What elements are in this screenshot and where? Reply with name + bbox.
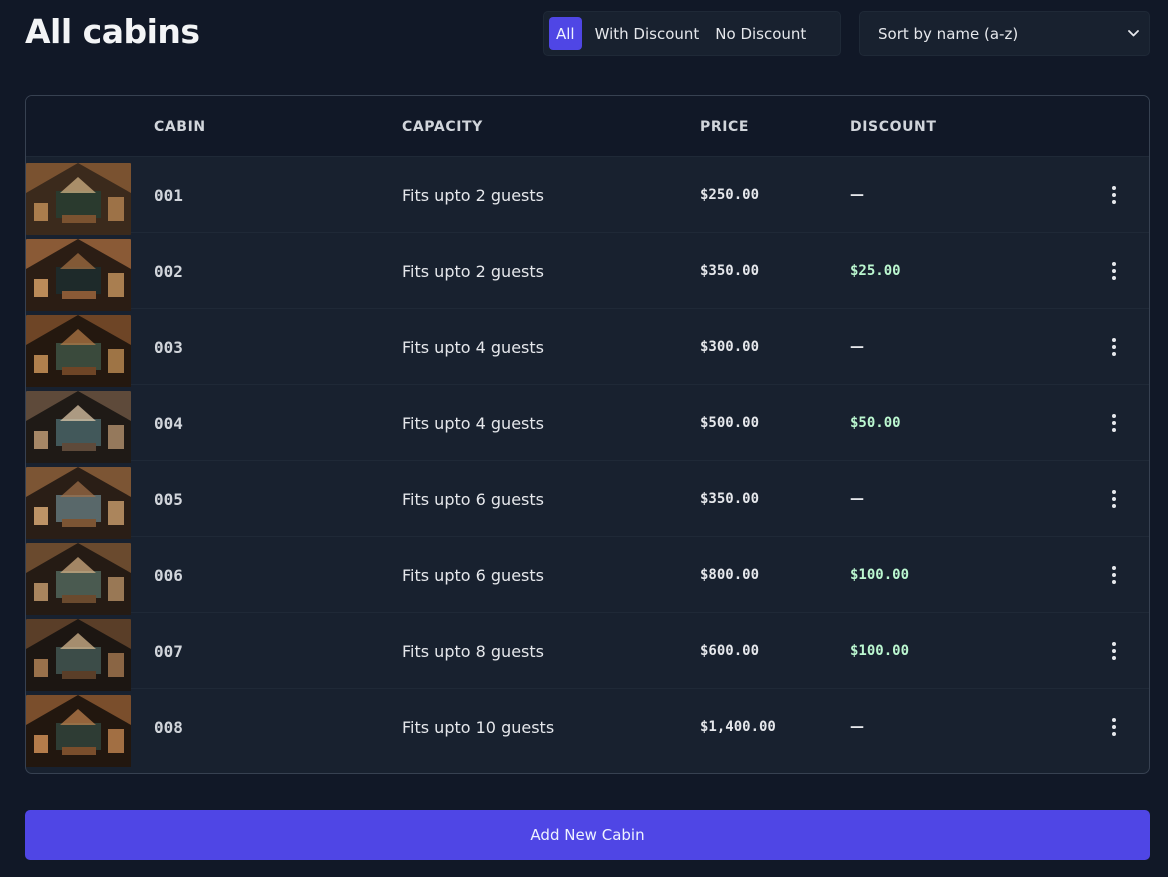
table-row: 002 Fits upto 2 guests $350.00 $25.00 [26, 233, 1149, 311]
cabin-discount: $50.00 [850, 415, 901, 431]
sort-select[interactable]: Sort by name (a-z) [859, 11, 1150, 56]
cabin-price: $500.00 [700, 415, 760, 431]
cabin-discount: — [850, 491, 864, 507]
more-vertical-icon [1112, 262, 1116, 280]
cabin-discount: — [850, 187, 864, 203]
add-new-cabin-button[interactable]: Add New Cabin [25, 810, 1150, 860]
cabin-thumbnail [26, 543, 131, 615]
cabin-capacity: Fits upto 4 guests [402, 337, 544, 357]
cabin-price: $350.00 [700, 491, 760, 507]
more-vertical-icon [1112, 186, 1116, 204]
cabin-thumbnail [26, 619, 131, 691]
cabin-name: 004 [154, 413, 183, 433]
table-row: 004 Fits upto 4 guests $500.00 $50.00 [26, 385, 1149, 463]
cabin-price: $350.00 [700, 263, 760, 279]
cabins-page: All cabins All With Discount No Discount… [0, 0, 1168, 877]
row-menu-button[interactable] [1104, 309, 1124, 385]
filter-all-button[interactable]: All [549, 17, 582, 50]
filter-with-discount-button[interactable]: With Discount [588, 17, 707, 50]
table-row: 008 Fits upto 10 guests $1,400.00 — [26, 689, 1149, 767]
cabin-name: 002 [154, 261, 183, 281]
cabin-discount: $100.00 [850, 567, 910, 583]
cabin-thumbnail [26, 315, 131, 387]
column-header-discount: DISCOUNT [850, 118, 937, 135]
cabin-discount: — [850, 339, 864, 355]
table-row: 006 Fits upto 6 guests $800.00 $100.00 [26, 537, 1149, 615]
column-header-price: PRICE [700, 118, 750, 135]
row-menu-button[interactable] [1104, 233, 1124, 309]
cabin-discount: $25.00 [850, 263, 901, 279]
cabin-thumbnail [26, 163, 131, 235]
sort-select-value: Sort by name (a-z) [878, 24, 1019, 43]
cabin-name: 006 [154, 565, 183, 585]
page-title: All cabins [25, 12, 200, 51]
cabin-name: 008 [154, 717, 183, 737]
cabins-table: CABIN CAPACITY PRICE DISCOUNT 001 Fits u… [25, 95, 1150, 774]
cabin-price: $600.00 [700, 643, 760, 659]
cabin-discount: — [850, 719, 864, 735]
cabin-capacity: Fits upto 8 guests [402, 641, 544, 661]
table-row: 007 Fits upto 8 guests $600.00 $100.00 [26, 613, 1149, 691]
cabin-thumbnail [26, 391, 131, 463]
row-menu-button[interactable] [1104, 461, 1124, 537]
cabin-capacity: Fits upto 2 guests [402, 261, 544, 281]
cabin-discount: $100.00 [850, 643, 910, 659]
filter-no-discount-button[interactable]: No Discount [708, 17, 813, 50]
more-vertical-icon [1112, 642, 1116, 660]
cabin-name: 003 [154, 337, 183, 357]
cabin-capacity: Fits upto 6 guests [402, 565, 544, 585]
cabin-capacity: Fits upto 4 guests [402, 413, 544, 433]
more-vertical-icon [1112, 414, 1116, 432]
cabin-price: $1,400.00 [700, 719, 776, 735]
more-vertical-icon [1112, 490, 1116, 508]
table-body: 001 Fits upto 2 guests $250.00 — 002 Fit… [26, 157, 1149, 767]
table-row: 003 Fits upto 4 guests $300.00 — [26, 309, 1149, 387]
row-menu-button[interactable] [1104, 613, 1124, 689]
more-vertical-icon [1112, 718, 1116, 736]
row-menu-button[interactable] [1104, 537, 1124, 613]
cabin-price: $250.00 [700, 187, 760, 203]
cabin-capacity: Fits upto 10 guests [402, 717, 555, 737]
cabin-thumbnail [26, 467, 131, 539]
row-menu-button[interactable] [1104, 689, 1124, 765]
row-menu-button[interactable] [1104, 157, 1124, 233]
cabin-price: $800.00 [700, 567, 760, 583]
cabin-capacity: Fits upto 6 guests [402, 489, 544, 509]
column-header-capacity: CAPACITY [402, 118, 483, 135]
cabin-thumbnail [26, 239, 131, 311]
cabin-price: $300.00 [700, 339, 760, 355]
chevron-down-icon [1127, 28, 1139, 40]
cabin-name: 007 [154, 641, 183, 661]
cabin-capacity: Fits upto 2 guests [402, 185, 544, 205]
column-header-cabin: CABIN [154, 118, 206, 135]
cabin-name: 005 [154, 489, 183, 509]
row-menu-button[interactable] [1104, 385, 1124, 461]
cabin-thumbnail [26, 695, 131, 767]
more-vertical-icon [1112, 566, 1116, 584]
table-row: 005 Fits upto 6 guests $350.00 — [26, 461, 1149, 539]
table-row: 001 Fits upto 2 guests $250.00 — [26, 157, 1149, 235]
table-header: CABIN CAPACITY PRICE DISCOUNT [26, 96, 1149, 157]
more-vertical-icon [1112, 338, 1116, 356]
cabin-name: 001 [154, 185, 183, 205]
discount-filter: All With Discount No Discount [543, 11, 841, 56]
